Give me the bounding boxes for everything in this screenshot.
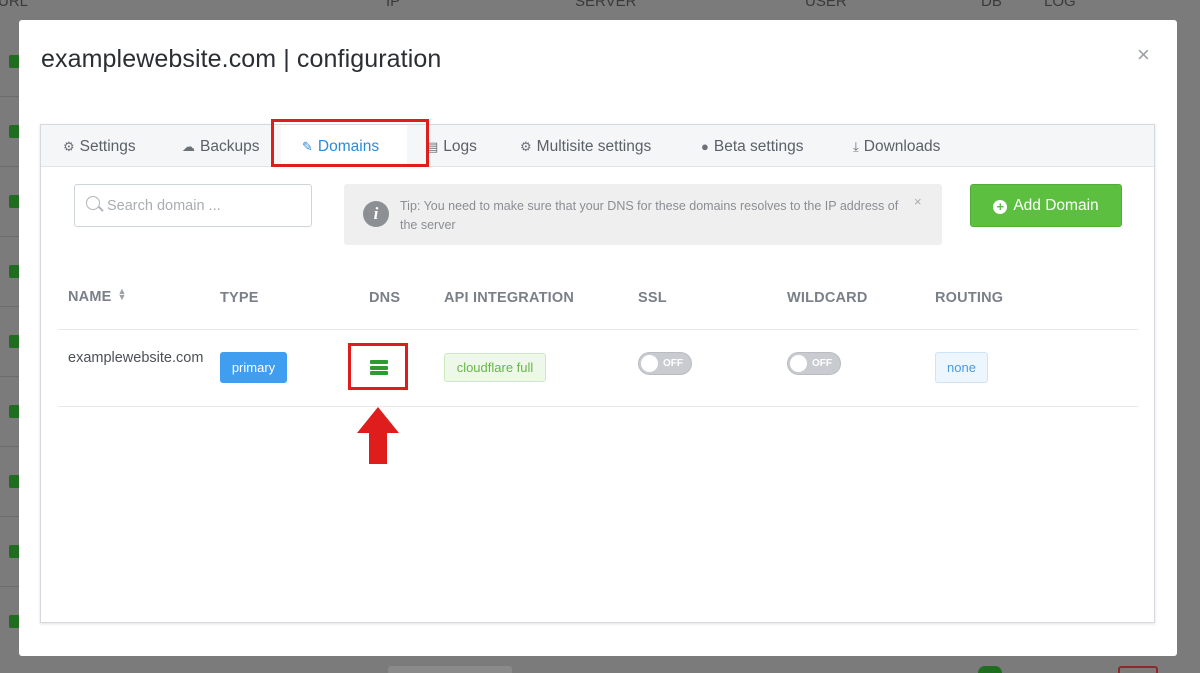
domain-name: examplewebsite.com	[68, 350, 204, 366]
column-header-api-integration: API INTEGRATION	[444, 290, 575, 306]
bg-column-server: SERVER	[575, 0, 637, 10]
configuration-modal: examplewebsite.com | configuration × ⚙ Se…	[19, 20, 1177, 656]
toggle-knob	[790, 355, 807, 372]
bg-status-icon	[978, 666, 1002, 673]
tab-label: Logs	[443, 138, 477, 155]
bg-button	[388, 666, 512, 673]
search-icon	[86, 196, 100, 210]
bg-column-url: URL	[0, 0, 29, 10]
tab-label: Downloads	[863, 138, 941, 155]
header-label: NAME	[68, 289, 112, 305]
tab-label: Beta settings	[713, 138, 804, 155]
tab-label: Backups	[200, 138, 260, 155]
tab-beta-settings[interactable]: ● Beta settings	[701, 125, 803, 167]
ssl-toggle[interactable]: OFF	[638, 352, 692, 375]
tip-text: Tip: You need to make sure that your DNS…	[400, 199, 899, 232]
tip-alert: i Tip: You need to make sure that your D…	[344, 184, 942, 245]
download-icon: ⤓	[853, 139, 859, 154]
tab-downloads[interactable]: ⤓ Downloads	[853, 125, 940, 167]
toggle-label: OFF	[663, 358, 683, 369]
close-icon[interactable]: ×	[1137, 44, 1150, 66]
red-arrow-icon	[357, 407, 399, 464]
bg-column-db: DB	[981, 0, 1002, 10]
tab-settings[interactable]: ⚙ Settings	[63, 125, 136, 167]
add-domain-label: Add Domain	[1013, 197, 1099, 214]
tab-logs[interactable]: ▤ Logs	[426, 125, 477, 167]
type-badge: primary	[220, 352, 287, 383]
api-integration-badge: cloudflare full	[444, 353, 546, 382]
add-domain-button[interactable]: + Add Domain	[970, 184, 1122, 227]
server-icon[interactable]	[370, 360, 388, 375]
wildcard-toggle[interactable]: OFF	[787, 352, 841, 375]
bg-column-ip: IP	[386, 0, 401, 10]
background-table-header: URL IP SERVER USER DB LOG	[0, 0, 1200, 22]
table-header-divider	[58, 329, 1138, 330]
search-field[interactable]	[74, 184, 312, 227]
column-header-routing: ROUTING	[935, 290, 1004, 306]
tab-label: Multisite settings	[536, 138, 652, 155]
toggle-knob	[641, 355, 658, 372]
column-header-ssl: SSL	[638, 290, 667, 306]
column-header-wildcard: WILDCARD	[787, 290, 868, 306]
routing-badge: none	[935, 352, 988, 383]
tip-close-icon[interactable]: ×	[914, 194, 922, 209]
plus-icon: +	[993, 200, 1008, 214]
column-header-name[interactable]: NAME ▲ ▼	[68, 286, 127, 306]
tab-highlight-box	[271, 119, 429, 167]
exclamation-icon: ●	[701, 139, 709, 154]
cloud-icon: ☁	[182, 139, 195, 154]
info-icon: i	[363, 201, 389, 227]
tab-label: Settings	[79, 138, 136, 155]
column-header-type: TYPE	[220, 290, 259, 306]
column-header-dns: DNS	[369, 290, 401, 306]
table-row-divider	[58, 406, 1138, 407]
tab-bar: ⚙ Settings ☁ Backups ✎ Domains ▤ Logs ⚙ Multi…	[41, 125, 1154, 168]
gear-icon: ⚙	[63, 139, 75, 154]
gear-icon: ⚙	[520, 139, 532, 154]
bg-column-log: LOG	[1044, 0, 1076, 10]
toggle-label: OFF	[812, 358, 832, 369]
sort-icon: ▲ ▼	[117, 286, 127, 302]
bg-button	[1118, 666, 1158, 673]
tab-backups[interactable]: ☁ Backups	[182, 125, 259, 167]
modal-title: examplewebsite.com | configuration	[41, 45, 442, 73]
bg-column-user: USER	[805, 0, 847, 10]
tab-multisite-settings[interactable]: ⚙ Multisite settings	[520, 125, 651, 167]
search-input[interactable]	[107, 195, 302, 217]
